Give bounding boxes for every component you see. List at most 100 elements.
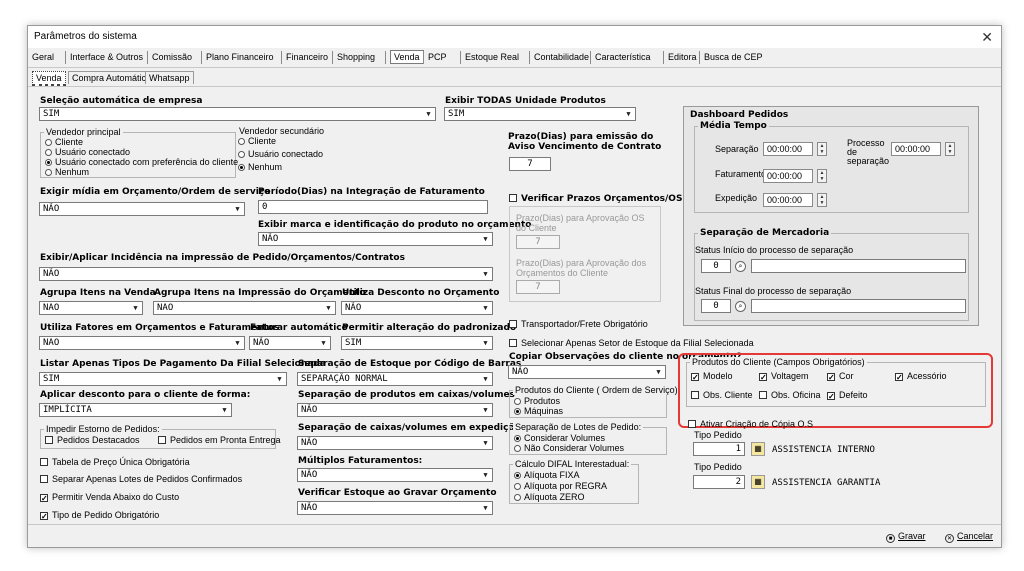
left-checkbox[interactable]: Tabela de Preço Única Obrigatória (40, 457, 190, 467)
close-icon[interactable]: ✕ (981, 29, 993, 46)
radio-vp-cliente[interactable]: Cliente (45, 137, 83, 147)
status-final-input[interactable]: 0 (701, 299, 731, 313)
tab-separator (699, 51, 700, 64)
aplicar-desconto-combo[interactable]: IMPLÍCITA ▼ (39, 403, 232, 417)
tab-contabilidade[interactable]: Contabilidade (534, 52, 589, 62)
produto-cliente-checkbox[interactable]: ✓ Cor (827, 371, 854, 382)
separacao-time[interactable]: 00:00:00 (763, 142, 813, 156)
tab-caracter-stica[interactable]: Característica (595, 52, 651, 62)
check-pedidos-destacados[interactable]: Pedidos Destacados (45, 435, 140, 445)
prazo-input[interactable]: 7 (509, 157, 551, 171)
radio-produtos[interactable]: Produtos (514, 396, 560, 406)
produto-cliente-checkbox[interactable]: ✓ Acessório (895, 371, 947, 382)
difal-title: Cálculo DIFAL Interestadual: (513, 459, 632, 469)
gravar-button[interactable]: ■ Gravar (886, 531, 926, 543)
tipo-pedido-1-input[interactable]: 1 (693, 442, 745, 456)
tab-estoque-real[interactable]: Estoque Real (465, 52, 519, 62)
chevron-down-icon: ▼ (326, 304, 331, 312)
produto-cliente-checkbox[interactable]: Obs. Oficina (759, 390, 821, 400)
agrupa-venda-combo[interactable]: NAO ▼ (39, 301, 143, 315)
separacao-spinner[interactable]: ▲ ▼ (817, 142, 827, 156)
verificar-estoque-combo[interactable]: NÃO ▼ (297, 501, 493, 515)
subtab-venda[interactable]: Venda (32, 71, 66, 87)
exibir-marca-combo[interactable]: NÃO ▼ (258, 232, 493, 246)
processo-sep-time[interactable]: 00:00:00 (891, 142, 941, 156)
prazo-os-input[interactable]: 7 (516, 235, 560, 249)
radio-vp-usuario-pref[interactable]: Usuário conectado com preferência do cli… (45, 157, 238, 167)
tipo-pedido-2-input[interactable]: 2 (693, 475, 745, 489)
tab-venda[interactable]: Venda (390, 50, 424, 64)
periodo-label: Período(Dias) na Integração de Faturamen… (258, 187, 485, 197)
radio-vs-nenhum[interactable]: Nenhum (238, 162, 282, 172)
radio-vp-usuario[interactable]: Usuário conectado (45, 147, 130, 157)
separacao-codigo-combo[interactable]: SEPARAÇÃO NORMAL ▼ (297, 372, 493, 386)
desconto-orc-label: Utiliza Desconto no Orçamento (342, 288, 500, 298)
expedicao-spinner[interactable]: ▲ ▼ (817, 193, 827, 207)
faturamento-spinner[interactable]: ▲ ▼ (817, 169, 827, 183)
tab-editora[interactable]: Editora (668, 52, 697, 62)
processo-sep-spinner[interactable]: ▲ ▼ (945, 142, 955, 156)
sep-produtos-combo[interactable]: NÃO ▼ (297, 403, 493, 417)
check-pronta-entrega[interactable]: Pedidos em Pronta Entrega (158, 435, 281, 445)
tab-interface-outros[interactable]: Interface & Outros (70, 52, 143, 62)
agrupa-impressao-combo[interactable]: NAO ▼ (153, 301, 336, 315)
fatores-combo[interactable]: NAO ▼ (39, 336, 245, 350)
incidencia-combo[interactable]: NÃO ▼ (39, 267, 493, 281)
subtab-whatsapp[interactable]: Whatsapp (145, 71, 194, 84)
prazo-os-label: Prazo(Dias) para Aprovação OS do Cliente (516, 213, 645, 233)
left-checkbox[interactable]: ✓ Permitir Venda Abaixo do Custo (40, 492, 179, 503)
multiplos-combo[interactable]: NÃO ▼ (297, 468, 493, 482)
tab-pcp[interactable]: PCP (428, 52, 447, 62)
faturar-auto-combo[interactable]: NÃO ▼ (249, 336, 331, 350)
periodo-input[interactable]: 0 (258, 200, 488, 214)
check-verificar-prazos[interactable]: Verificar Prazos Orçamentos/OS (509, 194, 682, 204)
tab-plano-financeiro[interactable]: Plano Financeiro (206, 52, 274, 62)
left-checkbox[interactable]: Separar Apenas Lotes de Pedidos Confirma… (40, 474, 242, 484)
subtab-compra-automatica[interactable]: Compra Automática (68, 71, 156, 84)
exibir-todas-combo[interactable]: SIM ▼ (444, 107, 636, 121)
radio-aliquota-zero[interactable]: Alíquota ZERO (514, 492, 585, 502)
selecao-combo[interactable]: SIM ▼ (39, 107, 436, 121)
tab-comiss-o[interactable]: Comissão (152, 52, 192, 62)
exigir-media-combo[interactable]: NÃO ▼ (39, 202, 245, 216)
check-setor-estoque[interactable]: Selecionar Apenas Setor de Estoque da Fi… (509, 338, 754, 348)
radio-aliquota-fixa[interactable]: Alíquota FIXA (514, 470, 580, 480)
copiar-obs-combo[interactable]: NÃO ▼ (508, 365, 666, 379)
radio-nao-considerar[interactable]: Não Considerar Volumes (514, 443, 624, 453)
search-icon[interactable]: ⌕ (735, 261, 746, 272)
tab-shopping[interactable]: Shopping (337, 52, 375, 62)
vendedor-secundario-title: Vendedor secundário (237, 126, 327, 136)
lookup-icon[interactable]: ▦ (751, 475, 765, 489)
produto-cliente-checkbox[interactable]: ✓ Voltagem (759, 371, 809, 382)
expedicao-time[interactable]: 00:00:00 (763, 193, 813, 207)
radio-aliquota-regra[interactable]: Alíquota por REGRA (514, 481, 607, 491)
tipo-pedido-2-label: Tipo Pedido (694, 462, 742, 472)
produto-cliente-checkbox[interactable]: ✓ Modelo (691, 371, 733, 382)
left-checkbox[interactable]: ✓ Tipo de Pedido Obrigatório (40, 510, 159, 521)
faturamento-time[interactable]: 00:00:00 (763, 169, 813, 183)
prazo-orc-input[interactable]: 7 (516, 280, 560, 294)
tab-geral[interactable]: Geral (32, 52, 54, 62)
radio-considerar[interactable]: Considerar Volumes (514, 433, 605, 443)
tab-separator (423, 51, 424, 64)
produto-cliente-checkbox[interactable]: ✓ Defeito (827, 390, 868, 401)
listar-tipos-combo[interactable]: SIM ▼ (39, 372, 287, 386)
tab-busca-de-cep[interactable]: Busca de CEP (704, 52, 763, 62)
radio-maquinas[interactable]: Máquinas (514, 406, 563, 416)
desconto-orc-combo[interactable]: NÃO ▼ (341, 301, 493, 315)
radio-vp-nenhum[interactable]: Nenhum (45, 167, 89, 177)
check-copia-os[interactable]: Ativar Criação de Cópia O.S (688, 419, 813, 429)
produto-cliente-checkbox[interactable]: Obs. Cliente (691, 390, 753, 400)
search-icon[interactable]: ⌕ (735, 301, 746, 312)
impedir-estorno-group: Impedir Estorno de Pedidos: Pedidos Dest… (40, 424, 281, 449)
tab-separator (332, 51, 333, 64)
check-transportador[interactable]: Transportador/Frete Obrigatório (509, 319, 648, 329)
radio-vs-cliente[interactable]: Cliente (238, 136, 276, 146)
sep-caixas-combo[interactable]: NÃO ▼ (297, 436, 493, 450)
status-inicio-input[interactable]: 0 (701, 259, 731, 273)
radio-vs-usuario[interactable]: Usuário conectado (238, 149, 323, 159)
cancelar-button[interactable]: ✕ Cancelar (945, 531, 993, 543)
padronizado-combo[interactable]: SIM ▼ (341, 336, 493, 350)
tab-financeiro[interactable]: Financeiro (286, 52, 328, 62)
lookup-icon[interactable]: ▦ (751, 442, 765, 456)
